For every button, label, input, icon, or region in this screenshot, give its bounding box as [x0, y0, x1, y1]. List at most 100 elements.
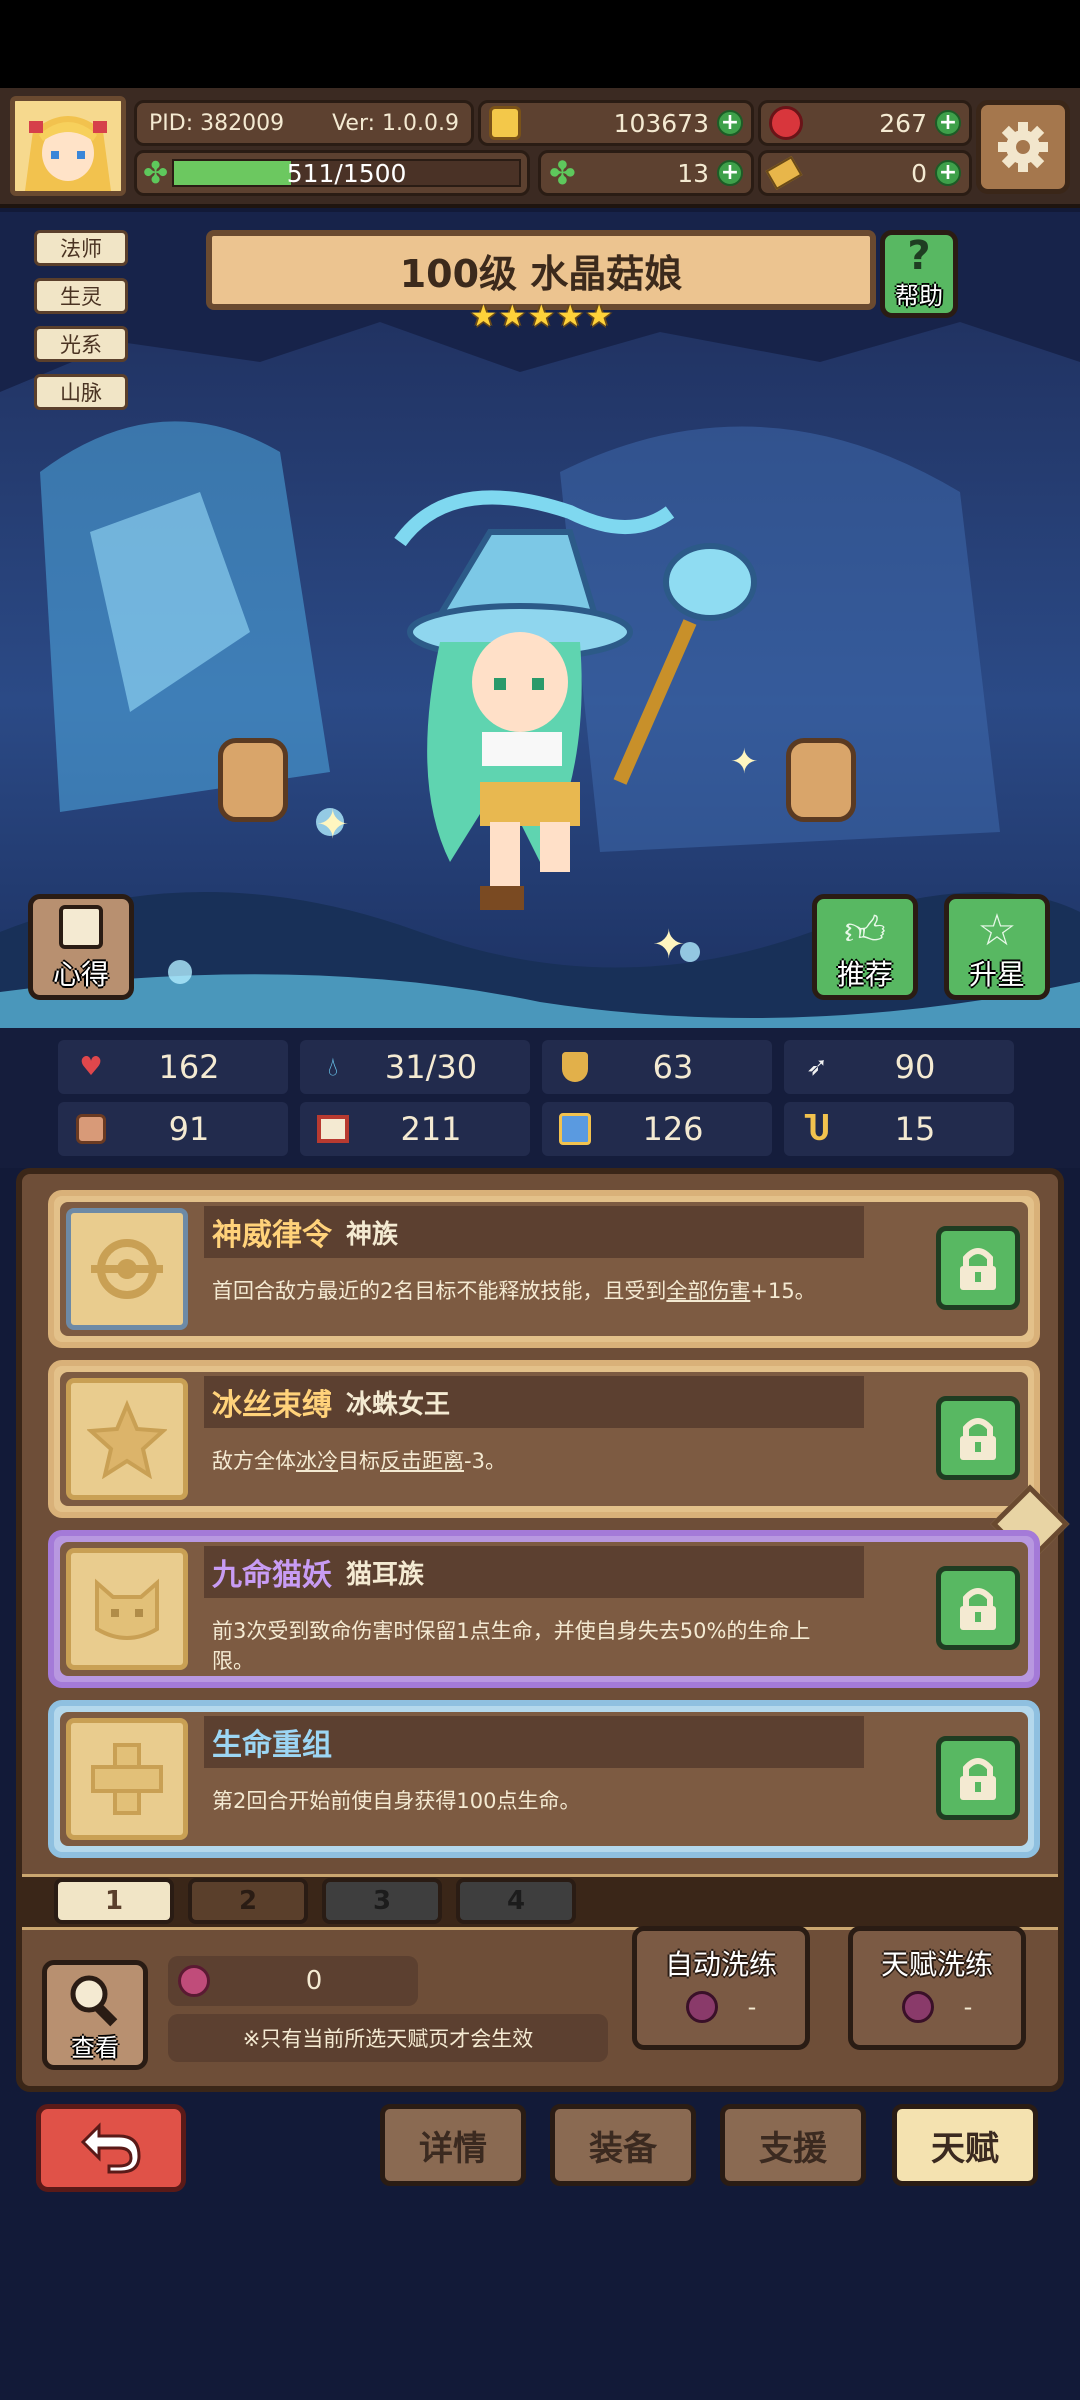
talent-page-tab-2[interactable]: 2: [188, 1878, 308, 1924]
talent-header: 九命猫妖 猫耳族: [204, 1546, 864, 1598]
stat-value: 90: [894, 1048, 936, 1086]
hero-title-banner: 100级 水晶菇娘: [206, 230, 876, 310]
red-gem-icon: [769, 106, 803, 140]
equipment-tab[interactable]: 装备: [550, 2104, 696, 2186]
talent-desc-text: -3。: [464, 1449, 506, 1473]
stat-health: ♥ 162: [58, 1040, 288, 1094]
rating-star-icon: ★: [556, 299, 584, 334]
hero-scene: ✦ ✦ ✦ 法师 生灵 光系 山脉 100级 水晶菇娘 ★ ★ ★ ★ ★ ? 帮助 心…: [0, 212, 1080, 1028]
clover-amount: 13: [677, 158, 709, 188]
berry-icon: [178, 1965, 210, 1997]
gem-counter: 267 +: [758, 100, 972, 146]
settings-button[interactable]: [976, 100, 1070, 194]
clover-icon: ✤: [549, 154, 576, 192]
stat-luck: Ⴎ 15: [784, 1102, 1014, 1156]
previous-hero-button[interactable]: [218, 738, 288, 822]
add-gold-button[interactable]: +: [717, 110, 743, 136]
sparkle-icon: ✦: [316, 802, 350, 848]
berry-counter: 0: [168, 1956, 418, 2006]
auto-refine-cost: -: [637, 1991, 805, 2023]
player-info: PID: 382009 Ver: 1.0.0.9: [134, 100, 474, 146]
star-icon: ☆: [977, 905, 1017, 956]
talent-name: 神威律令: [212, 1218, 332, 1253]
hero-tag-element: 光系: [34, 326, 128, 362]
hero-stats: ♥ 162 💧︎ 31/30 63 ➶ 90 91 211 126 Ⴎ 15: [0, 1028, 1080, 1168]
lock-icon: [960, 1588, 996, 1630]
lock-icon: [960, 1248, 996, 1290]
star-up-button[interactable]: ☆ 升星: [944, 894, 1050, 1000]
wing-icon: ➶: [806, 1052, 828, 1082]
xp-text: 511/1500: [286, 159, 407, 187]
talent-card[interactable]: 冰丝束缚 冰蛛女王 敌方全体冰冷目标反击距离-3。: [48, 1360, 1040, 1518]
talent-card[interactable]: 神威律令 神族 首回合敌方最近的2名目标不能释放技能，且受到全部伤害+15。: [48, 1190, 1040, 1348]
gear-icon: [998, 122, 1048, 172]
gem-amount: 267: [879, 108, 927, 138]
ticket-icon: [765, 155, 803, 191]
talent-race: 神族: [346, 1219, 399, 1250]
stat-value: 211: [400, 1110, 462, 1148]
lock-button[interactable]: [936, 1566, 1020, 1650]
talent-page-tab-4[interactable]: 4: [456, 1878, 576, 1924]
talent-refine-label: 天赋洗练: [880, 1948, 993, 1981]
talent-name: 生命重组: [212, 1728, 332, 1763]
talent-page-tab-3[interactable]: 3: [322, 1878, 442, 1924]
talent-refine-button[interactable]: 天赋洗练 -: [848, 1926, 1026, 2050]
player-avatar[interactable]: [10, 96, 126, 196]
auto-refine-label: 自动洗练: [664, 1948, 777, 1981]
cost-value: -: [747, 1993, 757, 2021]
talent-desc-text: 目标: [338, 1449, 380, 1473]
lock-button[interactable]: [936, 1736, 1020, 1820]
back-button[interactable]: [36, 2104, 186, 2192]
talent-desc-text: 首回合敌方最近的2名目标不能释放技能，且受到: [212, 1279, 667, 1303]
cost-value: -: [963, 1993, 973, 2021]
book-icon: [314, 1110, 352, 1148]
keyword-link[interactable]: 全部伤害: [666, 1279, 750, 1303]
notes-button[interactable]: 心得: [28, 894, 134, 1000]
hero-tag-terrain: 山脉: [34, 374, 128, 410]
add-ticket-button[interactable]: +: [935, 160, 961, 186]
talent-panel: 神威律令 神族 首回合敌方最近的2名目标不能释放技能，且受到全部伤害+15。 冰…: [16, 1168, 1070, 2092]
xp-track: 511/1500: [172, 159, 521, 187]
view-button[interactable]: 查看: [42, 1960, 148, 2070]
star-up-label: 升星: [968, 958, 1025, 991]
clover-xp-icon: ✤: [143, 155, 169, 191]
hero-tag-race: 生灵: [34, 278, 128, 314]
talent-page-notice: ※只有当前所选天赋页才会生效: [168, 2014, 608, 2062]
next-hero-button[interactable]: [786, 738, 856, 822]
cat-face-icon: [66, 1548, 188, 1670]
hero-star-rating: ★ ★ ★ ★ ★: [470, 299, 613, 336]
talent-header: 冰丝束缚 冰蛛女王: [204, 1376, 864, 1428]
support-tab[interactable]: 支援: [720, 2104, 866, 2186]
keyword-link[interactable]: 反击距离: [380, 1449, 464, 1473]
stat-value: 91: [168, 1110, 210, 1148]
talent-race: 猫耳族: [346, 1559, 425, 1590]
add-gem-button[interactable]: +: [935, 110, 961, 136]
lock-button[interactable]: [936, 1396, 1020, 1480]
rating-star-icon: ★: [498, 299, 526, 334]
talent-card[interactable]: 生命重组 第2回合开始前使自身获得100点生命。: [48, 1700, 1040, 1858]
rating-star-icon: ★: [470, 299, 497, 334]
hero-tag-class: 法师: [34, 230, 128, 266]
talent-card[interactable]: 九命猫妖 猫耳族 前3次受到致命伤害时保留1点生命，并使自身失去50%的生命上限…: [48, 1530, 1040, 1688]
berry-count: 0: [305, 1966, 323, 1996]
water-drop-icon: 💧︎: [327, 1051, 339, 1082]
details-tab[interactable]: 详情: [380, 2104, 526, 2186]
keyword-link[interactable]: 冰冷: [296, 1449, 338, 1473]
lock-button[interactable]: [936, 1226, 1020, 1310]
talent-page-tab-1[interactable]: 1: [54, 1878, 174, 1924]
thumbs-up-icon: 👍︎: [844, 908, 886, 954]
talent-header: 生命重组: [204, 1716, 864, 1768]
help-button[interactable]: ? 帮助: [880, 230, 958, 318]
hero-sprite[interactable]: [370, 482, 800, 922]
talent-desc-text: 敌方全体: [212, 1449, 296, 1473]
gold-coin-icon: [489, 106, 521, 140]
talent-desc-text: +15。: [750, 1279, 816, 1303]
auto-refine-button[interactable]: 自动洗练 -: [632, 1926, 810, 2050]
talent-tab[interactable]: 天赋: [892, 2104, 1038, 2186]
talent-refine-cost: -: [853, 1991, 1021, 2023]
notes-label: 心得: [52, 958, 109, 991]
add-clover-button[interactable]: +: [717, 160, 743, 186]
heart-icon: ♥: [79, 1052, 103, 1082]
talent-header: 神威律令 神族: [204, 1206, 864, 1258]
recommend-button[interactable]: 👍︎ 推荐: [812, 894, 918, 1000]
